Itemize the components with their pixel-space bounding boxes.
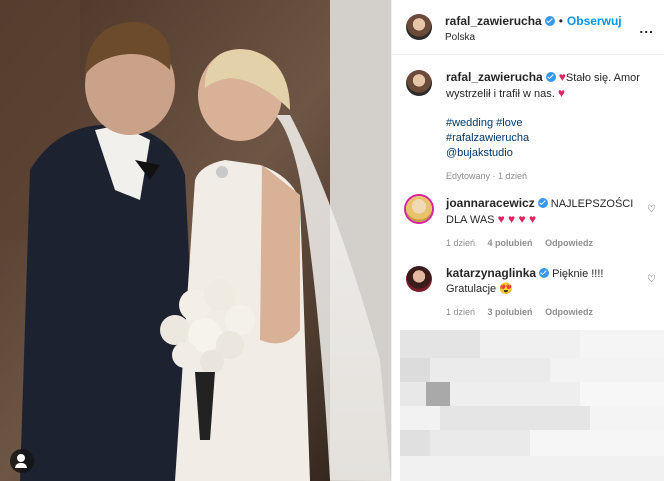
post-photo[interactable] — [0, 0, 391, 481]
mention-link[interactable]: @bujakstudio — [446, 146, 656, 161]
caption-meta: Edytowany · 1 dzień — [446, 171, 528, 181]
comment-likes[interactable]: 3 polubień — [488, 307, 533, 317]
heart-emojis: ♥ ♥ ♥ ♥ — [497, 212, 537, 226]
post-location[interactable]: Polska — [445, 32, 475, 43]
verified-badge-icon — [539, 268, 550, 278]
comment-body: katarzynaglinka Pięknie !!!! Gratulacje … — [446, 266, 656, 297]
separator-dot: • — [558, 14, 563, 28]
like-comment-icon[interactable]: ♡ — [647, 274, 656, 285]
blurred-comments-area — [400, 330, 664, 481]
reply-button[interactable]: Odpowiedz — [545, 238, 593, 248]
comment-item: joannaracewicz NAJLEPSZOŚCI DLA WAS ♥ ♥ … — [406, 196, 656, 248]
author-avatar[interactable] — [406, 70, 432, 96]
more-options-icon[interactable]: ... — [639, 20, 654, 36]
like-comment-icon[interactable]: ♡ — [647, 204, 656, 215]
comment-body: joannaracewicz NAJLEPSZOŚCI DLA WAS ♥ ♥ … — [446, 196, 656, 228]
tagged-users-icon[interactable] — [10, 449, 34, 473]
author-avatar[interactable] — [406, 14, 432, 40]
comment-likes[interactable]: 4 polubień — [488, 238, 533, 248]
commenter-avatar[interactable] — [406, 266, 432, 292]
comment-time[interactable]: 1 dzień — [446, 238, 475, 248]
comment-username[interactable]: joannaracewicz — [446, 196, 535, 210]
verified-badge-icon — [544, 16, 555, 26]
wedding-photo-illustration — [0, 0, 391, 481]
follow-button[interactable]: Obserwuj — [567, 14, 622, 28]
hashtag-line[interactable]: #wedding #love — [446, 116, 656, 131]
heart-emoji-icon: ♥ — [557, 86, 565, 100]
verified-badge-icon — [537, 198, 548, 208]
comment-username[interactable]: katarzynaglinka — [446, 266, 536, 280]
reply-button[interactable]: Odpowiedz — [545, 307, 593, 317]
author-line: rafal_zawierucha • Obserwuj — [445, 14, 622, 28]
heart-emoji-icon: ♥ — [558, 70, 566, 84]
heart-eyes-emoji: 😍 — [499, 283, 513, 295]
comment-meta: 1 dzień 4 polubień Odpowiedz — [446, 238, 656, 248]
verified-badge-icon — [545, 72, 556, 82]
caption-username[interactable]: rafal_zawierucha — [446, 70, 543, 84]
hashtag-line[interactable]: #rafalzawierucha — [446, 131, 656, 146]
comment-meta: 1 dzień 3 polubień Odpowiedz — [446, 307, 656, 317]
author-username[interactable]: rafal_zawierucha — [445, 14, 542, 28]
comment-item: katarzynaglinka Pięknie !!!! Gratulacje … — [406, 266, 656, 317]
commenter-avatar[interactable] — [406, 196, 432, 222]
caption-body: rafal_zawierucha ♥Stało się. Amor wystrz… — [446, 70, 656, 161]
comment-time[interactable]: 1 dzień — [446, 307, 475, 317]
post-header: rafal_zawierucha • Obserwuj Polska ... — [392, 0, 664, 55]
post-caption: rafal_zawierucha ♥Stało się. Amor wystrz… — [406, 70, 656, 181]
